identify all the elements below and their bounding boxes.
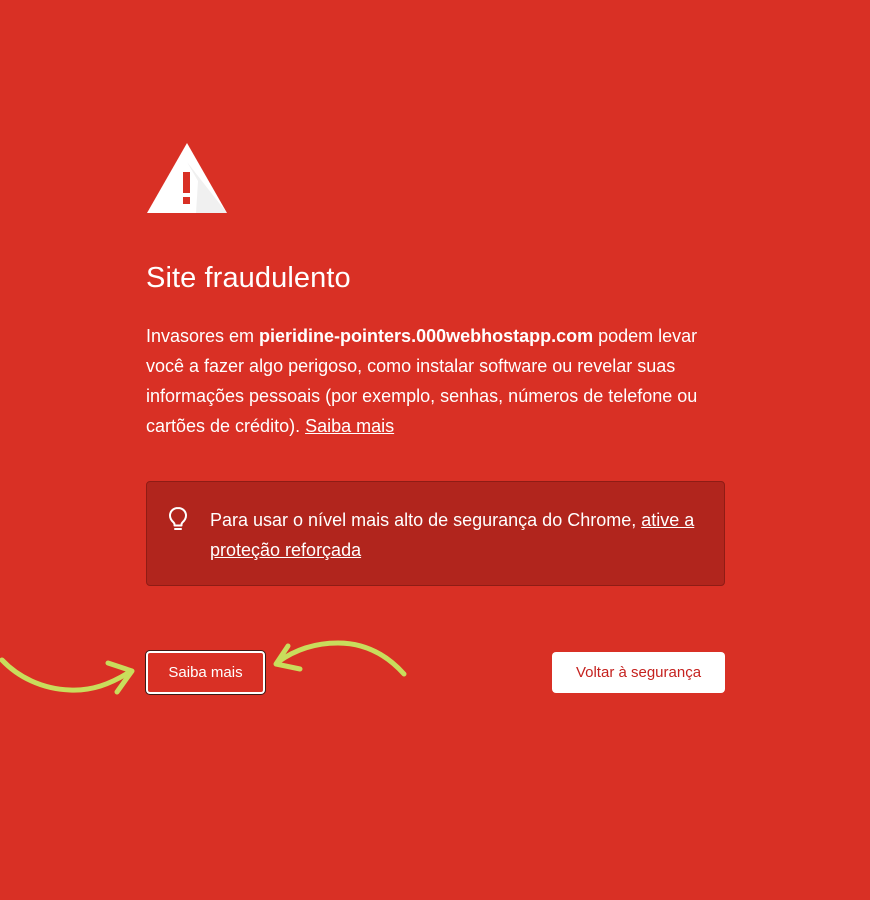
enhanced-protection-text: Para usar o nível mais alto de segurança… (210, 505, 710, 565)
enhanced-protection-callout: Para usar o nível mais alto de segurança… (146, 481, 725, 586)
warning-triangle-icon (147, 143, 227, 213)
learn-more-link[interactable]: Saiba mais (305, 416, 394, 436)
page-title: Site fraudulento (146, 262, 351, 294)
main-explanation: Invasores em pieridine-pointers.000webho… (146, 321, 731, 441)
back-to-safety-button[interactable]: Voltar à segurança (552, 652, 725, 693)
enhanced-protection-message: Para usar o nível mais alto de segurança… (210, 510, 642, 530)
site-domain: pieridine-pointers.000webhostapp.com (259, 326, 594, 346)
annotation-arrow-left (0, 657, 135, 695)
lightbulb-icon (169, 507, 187, 530)
explanation-text-start: Invasores em (146, 326, 260, 346)
details-button[interactable]: Saiba mais (146, 651, 265, 694)
annotation-arrow-right (273, 640, 407, 677)
